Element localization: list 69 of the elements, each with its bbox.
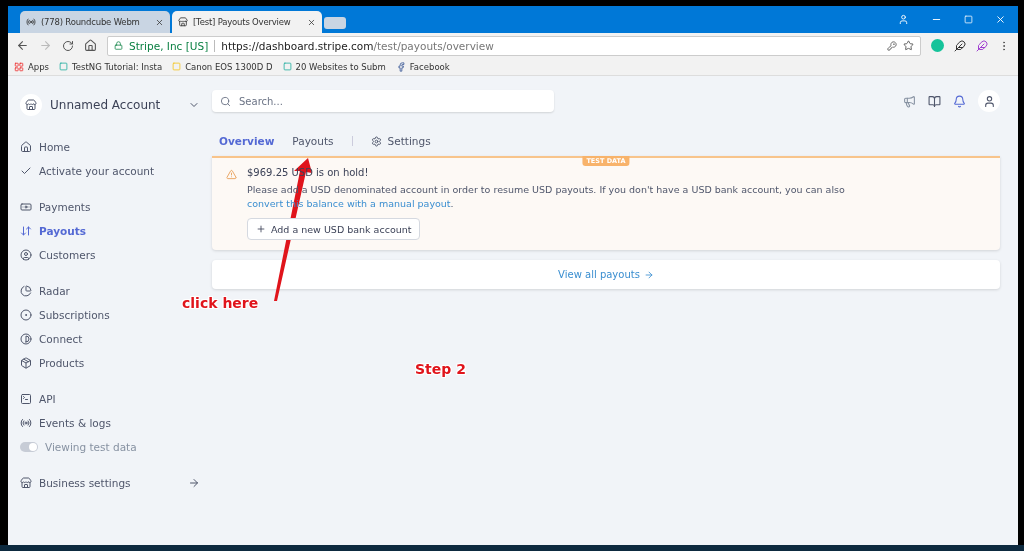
bookmark[interactable]: Canon EOS 1300D D xyxy=(172,61,273,72)
browser-tab[interactable]: [Test] Payouts Overview xyxy=(172,11,322,33)
store-icon xyxy=(20,94,42,116)
sidebar-item[interactable]: Activate your account xyxy=(20,162,200,180)
browser-tab[interactable]: (778) Roundcube Webm xyxy=(20,11,170,33)
arrows-icon xyxy=(20,225,32,237)
warning-icon xyxy=(226,169,237,180)
annotation-label: click here xyxy=(182,295,259,311)
terminal-icon xyxy=(20,393,32,405)
square-icon xyxy=(59,62,69,71)
home-icon[interactable] xyxy=(84,39,97,52)
add-bank-account-button[interactable]: Add a new USD bank account xyxy=(247,218,421,240)
annotation-label: Step 2 xyxy=(415,361,466,377)
star-icon[interactable] xyxy=(903,40,914,51)
target-icon xyxy=(20,309,32,321)
pie-icon xyxy=(20,285,32,297)
facebook-icon xyxy=(395,61,406,72)
home-icon xyxy=(20,141,32,153)
banknote-icon xyxy=(20,201,32,213)
maximize-icon[interactable] xyxy=(964,15,973,24)
bell-icon[interactable] xyxy=(953,94,966,108)
sidebar-item[interactable]: Business settings xyxy=(20,474,200,492)
reload-icon[interactable] xyxy=(62,39,74,52)
radio-icon xyxy=(20,417,32,429)
tab[interactable]: Payouts xyxy=(292,135,334,147)
toggle-switch[interactable] xyxy=(20,442,38,452)
avatar-icon[interactable] xyxy=(978,90,1000,112)
bookmark[interactable]: Apps xyxy=(14,61,50,72)
sidebar-item[interactable]: Connect xyxy=(20,330,200,348)
extension-icon[interactable] xyxy=(931,39,944,52)
sidebar-item[interactable]: API xyxy=(20,390,200,408)
plus-icon xyxy=(256,224,266,234)
store-icon xyxy=(20,477,32,489)
sidebar-item[interactable]: Customers xyxy=(20,246,200,264)
address-bar[interactable]: Stripe, Inc [US] https://dashboard.stripe.com/test/payouts/overview xyxy=(107,35,921,56)
sidebar-item[interactable]: Events & logs xyxy=(20,414,200,432)
settings-icon xyxy=(370,135,382,147)
view-all-payouts-link[interactable]: View all payouts xyxy=(558,269,654,280)
box-icon xyxy=(20,357,32,369)
close-icon[interactable] xyxy=(155,17,164,27)
square-icon xyxy=(172,62,182,71)
lock-icon xyxy=(114,41,123,50)
sidebar-item[interactable]: Payments xyxy=(20,198,200,216)
half-circle-icon xyxy=(20,333,32,345)
sidebar-item[interactable]: Payouts xyxy=(20,222,200,240)
tab[interactable]: Settings xyxy=(370,135,431,147)
close-icon[interactable] xyxy=(995,14,1006,25)
bookmark[interactable]: Facebook xyxy=(395,61,450,72)
key-icon[interactable] xyxy=(887,40,897,51)
profile-icon[interactable] xyxy=(898,14,909,25)
megaphone-icon[interactable] xyxy=(903,94,916,108)
bookmark[interactable]: 20 Websites to Subm xyxy=(282,61,386,72)
square-icon xyxy=(282,62,292,71)
store-icon xyxy=(178,17,188,27)
search-field[interactable]: Search... xyxy=(212,90,554,112)
book-icon[interactable] xyxy=(928,94,941,108)
tab[interactable]: Overview xyxy=(219,135,275,147)
sidebar-item[interactable]: Home xyxy=(20,138,200,156)
arrow-right-icon xyxy=(643,269,654,280)
arrow-right-icon xyxy=(188,477,200,489)
close-icon[interactable] xyxy=(307,17,316,27)
sidebar-item[interactable]: Products xyxy=(20,354,200,372)
account-name[interactable]: Unnamed Account xyxy=(50,98,180,112)
back-icon[interactable] xyxy=(16,39,29,52)
grid-icon xyxy=(14,61,24,72)
user-icon xyxy=(20,249,32,261)
bookmark[interactable]: TestNG Tutorial: Insta xyxy=(59,61,163,72)
search-icon xyxy=(220,95,231,107)
check-icon xyxy=(20,165,32,177)
